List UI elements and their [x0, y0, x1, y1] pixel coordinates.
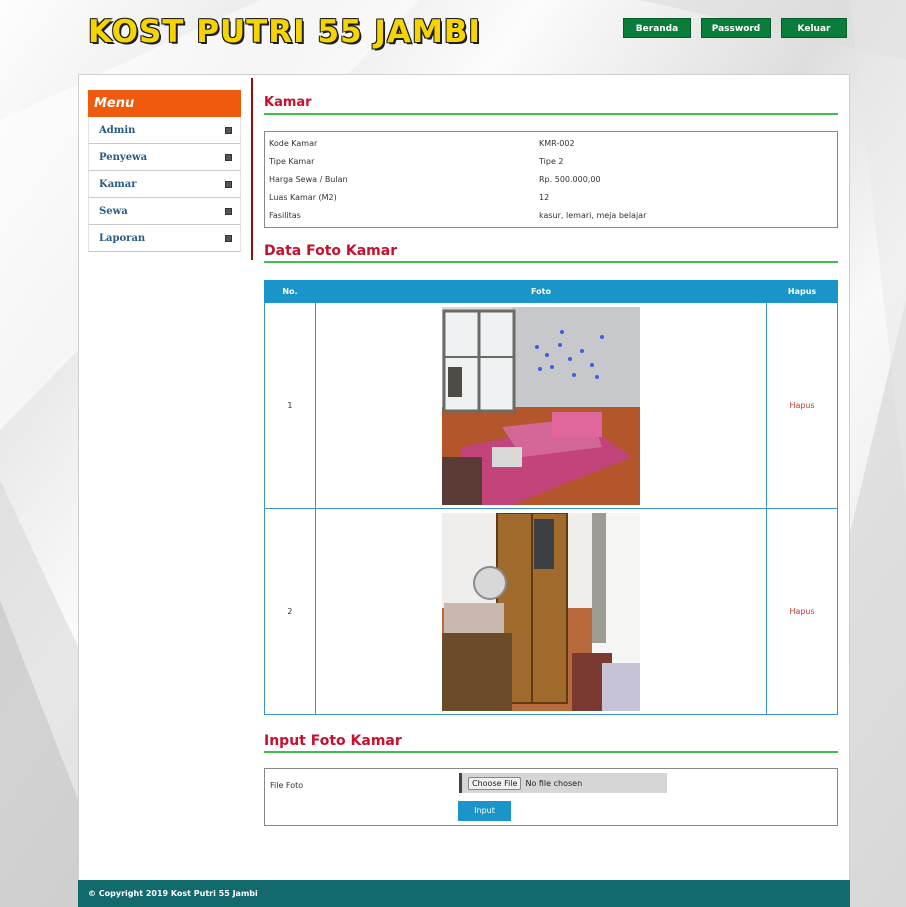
photo-table: No. Foto Hapus 1 Hapus 2 Hapus [264, 280, 838, 715]
foto-heading-underline [264, 261, 838, 263]
hapus-cell: Hapus [766, 508, 838, 715]
sidebar-item-kamar[interactable]: Kamar [88, 171, 241, 198]
detail-key: Tipe Kamar [269, 156, 315, 166]
foto-heading: Data Foto Kamar [264, 243, 398, 259]
kamar-heading: Kamar [264, 95, 312, 110]
top-nav: Beranda Password Keluar [623, 18, 847, 38]
file-status-text: No file chosen [525, 778, 583, 788]
sidebar-item-label: Sewa [99, 205, 128, 217]
table-header-row: No. Foto Hapus [264, 280, 838, 303]
row-number: 2 [264, 508, 316, 715]
detail-row: Luas Kamar (M2) 12 [269, 188, 833, 206]
detail-row: Kode Kamar KMR-002 [269, 134, 833, 152]
row-number: 1 [264, 302, 316, 509]
footer: © Copyright 2019 Kost Putri 55 Jambi [78, 880, 850, 907]
bullet-square-icon [225, 126, 232, 134]
detail-key: Kode Kamar [269, 138, 318, 148]
menu-heading: Menu [88, 90, 241, 117]
file-foto-label: File Foto [270, 781, 304, 790]
sidebar-item-laporan[interactable]: Laporan [88, 225, 241, 252]
detail-key: Fasilitas [269, 210, 301, 220]
table-row: 1 Hapus [264, 302, 838, 509]
bullet-square-icon [225, 207, 232, 215]
detail-key: Harga Sewa / Bulan [269, 174, 348, 184]
hapus-cell: Hapus [766, 302, 838, 509]
detail-row: Harga Sewa / Bulan Rp. 500.000,00 [269, 170, 833, 188]
input-foto-heading-underline [264, 751, 838, 753]
file-input[interactable]: Choose File No file chosen [459, 773, 667, 793]
detail-value: Tipe 2 [539, 156, 564, 166]
bullet-square-icon [225, 180, 232, 188]
sidebar-item-penyewa[interactable]: Penyewa [88, 144, 241, 171]
sidebar-item-label: Kamar [99, 178, 137, 190]
sidebar-item-label: Penyewa [99, 151, 148, 163]
room-photo-wardrobe [442, 512, 640, 711]
bullet-square-icon [225, 234, 232, 242]
detail-row: Tipe Kamar Tipe 2 [269, 152, 833, 170]
detail-key: Luas Kamar (M2) [269, 192, 337, 202]
site-title: KOST PUTRI 55 JAMBI [88, 14, 481, 50]
input-submit-button[interactable]: Input [458, 801, 511, 821]
password-button[interactable]: Password [701, 18, 771, 38]
input-foto-form: File Foto Choose File No file chosen Inp… [264, 768, 838, 826]
detail-value: 12 [539, 192, 550, 202]
bullet-square-icon [225, 153, 232, 161]
detail-value: Rp. 500.000,00 [539, 174, 601, 184]
choose-file-button[interactable]: Choose File [468, 776, 522, 790]
sidebar-item-sewa[interactable]: Sewa [88, 198, 241, 225]
keluar-button[interactable]: Keluar [781, 18, 847, 38]
input-foto-heading: Input Foto Kamar [264, 733, 402, 749]
room-photo-bedroom [442, 306, 640, 505]
hapus-link[interactable]: Hapus [789, 401, 814, 410]
sidebar-item-admin[interactable]: Admin [88, 117, 241, 144]
column-header-hapus: Hapus [766, 280, 838, 303]
detail-row: Fasilitas kasur, lemari, meja belajar [269, 206, 833, 224]
detail-value: kasur, lemari, meja belajar [539, 210, 647, 220]
photo-cell [314, 508, 768, 715]
beranda-button[interactable]: Beranda [623, 18, 691, 38]
sidebar-item-label: Laporan [99, 232, 146, 244]
column-header-no: No. [264, 280, 316, 303]
detail-value: KMR-002 [539, 138, 575, 148]
column-header-foto: Foto [314, 280, 768, 303]
content-divider [251, 78, 253, 260]
sidebar-menu: Menu Admin Penyewa Kamar Sewa Laporan [88, 90, 241, 252]
kamar-detail-table: Kode Kamar KMR-002 Tipe Kamar Tipe 2 Har… [264, 131, 838, 228]
photo-cell [314, 302, 768, 509]
table-row: 2 Hapus [264, 508, 838, 715]
sidebar-item-label: Admin [99, 124, 136, 136]
hapus-link[interactable]: Hapus [789, 607, 814, 616]
kamar-heading-underline [264, 113, 838, 115]
